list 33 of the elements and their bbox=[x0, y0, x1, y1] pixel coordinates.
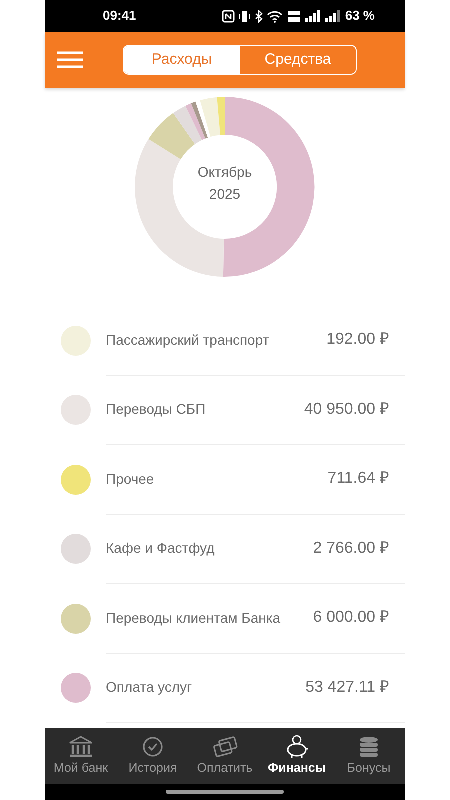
category-name: Переводы клиентам Банка bbox=[106, 608, 282, 628]
battery-level: 63 % bbox=[345, 7, 375, 26]
category-amount: 6 000.00 ₽ bbox=[313, 608, 389, 628]
status-time: 09:41 bbox=[103, 7, 136, 26]
nav-tab[interactable]: История bbox=[117, 728, 189, 784]
category-amount: 2 766.00 ₽ bbox=[313, 538, 389, 559]
nav-tab[interactable]: Мой банк bbox=[45, 728, 117, 784]
bluetooth-icon bbox=[255, 10, 264, 22]
nav-tab[interactable]: Оплатить bbox=[189, 728, 261, 784]
category-name: Переводы СБП bbox=[106, 400, 207, 420]
category-amount: 192.00 ₽ bbox=[326, 330, 389, 350]
nav-tab[interactable]: Бонусы bbox=[333, 728, 405, 784]
category-amount: 53 427.11 ₽ bbox=[306, 678, 389, 698]
category-amount: 711.64 ₽ bbox=[328, 469, 389, 490]
bank-icon bbox=[68, 735, 94, 760]
category-name: Пассажирский транспорт bbox=[106, 330, 270, 350]
vibrate-icon bbox=[239, 10, 252, 22]
category-amount: 40 950.00 ₽ bbox=[304, 400, 389, 420]
nav-tab[interactable]: Финансы bbox=[261, 728, 333, 784]
signal-icon bbox=[305, 10, 322, 22]
volte-icon bbox=[287, 10, 302, 22]
segment-tab[interactable]: Расходы bbox=[124, 46, 240, 74]
signal-icon bbox=[325, 10, 342, 22]
category-name: Кафе и Фастфуд bbox=[106, 539, 216, 558]
nfc-icon bbox=[222, 10, 236, 22]
wifi-icon bbox=[267, 10, 284, 22]
chart-center-label: 2025 bbox=[208, 185, 242, 204]
chart-center-label: Октябрь bbox=[196, 163, 254, 182]
menu-icon[interactable] bbox=[57, 51, 83, 69]
clock-icon bbox=[140, 735, 166, 760]
category-name: Прочее bbox=[106, 470, 156, 489]
cards-icon bbox=[212, 735, 238, 760]
category-name: Оплата услуг bbox=[106, 678, 194, 698]
